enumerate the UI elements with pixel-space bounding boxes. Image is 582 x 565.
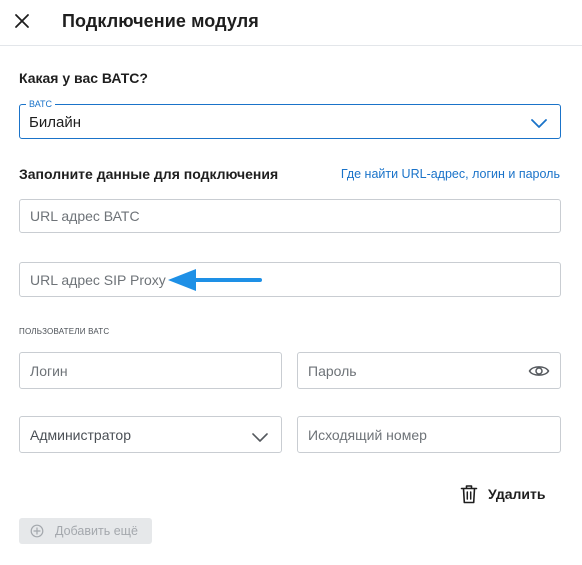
chevron-down-icon <box>251 430 269 442</box>
users-section-label: ПОЛЬЗОВАТЕЛИ ВАТС <box>19 327 110 336</box>
chevron-down-icon <box>530 116 548 128</box>
delete-button[interactable]: Удалить <box>460 483 545 505</box>
outgoing-number-input[interactable] <box>298 417 560 452</box>
delete-button-label: Удалить <box>488 486 546 502</box>
login-input[interactable] <box>20 353 281 388</box>
vats-url-input[interactable] <box>20 200 560 232</box>
eye-icon[interactable] <box>528 363 550 379</box>
password-input[interactable] <box>298 353 560 388</box>
connection-section-title: Заполните данные для подключения <box>19 166 279 182</box>
outgoing-number-field[interactable] <box>297 416 561 453</box>
vats-select-value: Билайн <box>29 114 81 131</box>
plus-circle-icon <box>30 524 44 538</box>
page-title: Подключение модуля <box>62 11 259 31</box>
sip-proxy-field[interactable] <box>19 262 561 297</box>
vats-select[interactable]: ВАТС Билайн <box>19 99 561 139</box>
vats-select-legend: ВАТС <box>26 99 56 110</box>
help-link[interactable]: Где найти URL-адрес, логин и пароль <box>341 167 560 181</box>
password-field[interactable] <box>297 352 561 389</box>
vats-url-field[interactable] <box>19 199 561 233</box>
modal-header: Подключение модуля <box>0 0 582 46</box>
close-icon[interactable] <box>11 10 33 32</box>
trash-icon <box>460 484 478 504</box>
login-field[interactable] <box>19 352 282 389</box>
vats-question-label: Какая у вас ВАТС? <box>19 70 148 86</box>
add-more-button-label: Добавить ещё <box>55 524 138 538</box>
sip-proxy-input[interactable] <box>20 263 560 296</box>
role-select[interactable]: Администратор <box>19 416 282 453</box>
add-more-button[interactable]: Добавить ещё <box>19 518 152 544</box>
role-select-value: Администратор <box>30 427 132 443</box>
arrow-left-icon <box>166 268 262 292</box>
